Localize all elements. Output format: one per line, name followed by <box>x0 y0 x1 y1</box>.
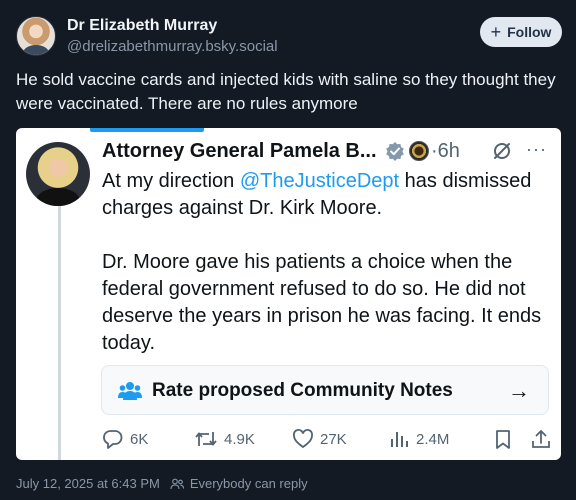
embed-paragraph: Dr. Moore gave his patients a choice whe… <box>102 251 542 354</box>
like-button[interactable]: 27K <box>292 427 347 451</box>
like-count: 27K <box>320 430 347 448</box>
post-header: Dr Elizabeth Murray @drelizabethmurray.b… <box>16 14 562 58</box>
like-icon <box>293 429 313 449</box>
views-icon <box>391 432 408 447</box>
author-handle[interactable]: @drelizabethmurray.bsky.social <box>67 38 278 55</box>
share-icon <box>532 430 550 448</box>
grok-icon[interactable] <box>492 141 512 161</box>
embed-author-name[interactable]: Attorney General Pamela B... <box>102 140 377 163</box>
seal-icon <box>409 141 429 161</box>
arrow-right-icon: → <box>508 378 530 403</box>
reply-button[interactable]: 6K <box>102 427 148 451</box>
views-count: 2.4M <box>416 430 450 448</box>
repost-button[interactable]: 4.9K <box>194 427 255 451</box>
bookmark-icon <box>496 430 510 449</box>
thread-line <box>58 204 61 460</box>
embed-text: At my direction @TheJusticeDept has dism… <box>102 168 554 357</box>
views-button[interactable]: 2.4M <box>388 427 449 451</box>
share-button[interactable] <box>530 427 552 451</box>
community-notes-button[interactable]: Rate proposed Community Notes → <box>101 365 549 415</box>
embed-timestamp[interactable]: ·6h <box>431 140 460 163</box>
follow-button[interactable]: + Follow <box>480 17 562 47</box>
embedded-post[interactable]: Attorney General Pamela B... ·6h ··· At … <box>16 128 561 460</box>
reply-icon <box>103 430 123 449</box>
tab-indicator <box>90 128 204 132</box>
bookmark-button[interactable] <box>492 427 514 451</box>
avatar[interactable] <box>16 16 56 56</box>
post-footer: July 12, 2025 at 6:43 PM Everybody can r… <box>16 476 308 491</box>
mention-link[interactable]: @TheJusticeDept <box>240 170 399 192</box>
community-notes-label: Rate proposed Community Notes <box>152 380 453 401</box>
verified-icon <box>386 142 404 161</box>
people-icon <box>170 478 184 489</box>
people-icon <box>118 382 142 400</box>
reply-count: 6K <box>130 430 149 448</box>
post-timestamp[interactable]: July 12, 2025 at 6:43 PM <box>16 476 160 491</box>
embed-avatar[interactable] <box>26 142 90 206</box>
author-name[interactable]: Dr Elizabeth Murray <box>67 17 217 35</box>
action-bar: 6K 4.9K 27K 2.4M <box>102 427 552 451</box>
repost-icon <box>195 432 217 446</box>
more-icon[interactable]: ··· <box>526 139 547 160</box>
post-text: He sold vaccine cards and injected kids … <box>16 70 556 113</box>
reply-permission[interactable]: Everybody can reply <box>190 476 308 491</box>
plus-icon: + <box>490 22 502 42</box>
follow-label: Follow <box>507 24 552 40</box>
repost-count: 4.9K <box>224 430 255 448</box>
